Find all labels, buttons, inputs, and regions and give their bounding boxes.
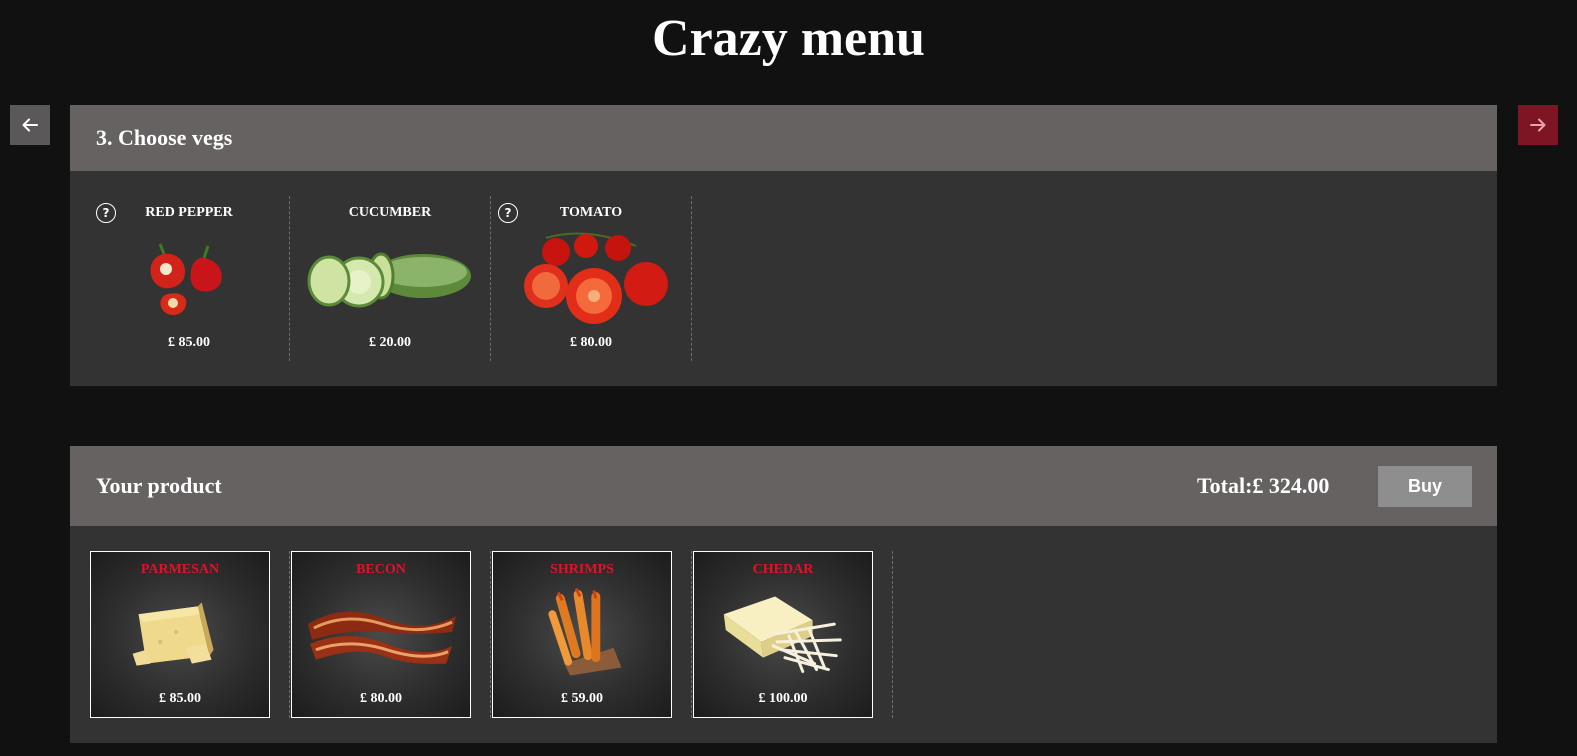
your-product-panel: Your product Total:£ 324.00 Buy PARMESAN — [70, 446, 1497, 743]
veg-item-tomato[interactable]: ? TOMATO £ 80.00 — [491, 196, 692, 361]
total-price: Total:£ 324.00 — [1197, 473, 1330, 498]
product-title: Your product — [96, 473, 222, 498]
veg-price: £ 20.00 — [369, 335, 411, 350]
product-card-parmesan[interactable]: PARMESAN £ 85.00 — [90, 551, 270, 718]
parmesan-image — [103, 584, 257, 682]
product-name: BECON — [356, 562, 406, 577]
product-price: £ 85.00 — [159, 691, 201, 706]
choose-vegs-panel: 3. Choose vegs ? RED PEPPER £ 85.00 CUCU… — [70, 105, 1497, 386]
tomato-image — [506, 226, 676, 326]
veg-item-red-pepper[interactable]: ? RED PEPPER £ 85.00 — [89, 196, 290, 361]
shrimp-image — [505, 584, 659, 682]
veg-name: CUCUMBER — [348, 205, 432, 220]
product-price: £ 100.00 — [758, 691, 808, 706]
product-name: CHEDAR — [752, 562, 814, 577]
selected-items-list: PARMESAN £ 85.00 BECON £ 80.00 SHRIMPS £… — [89, 551, 893, 718]
bacon-image — [304, 584, 458, 682]
product-slot: PARMESAN £ 85.00 — [89, 551, 290, 718]
product-slot: SHRIMPS £ 59.00 — [491, 551, 692, 718]
arrow-left-icon — [22, 118, 38, 132]
veg-item-cucumber[interactable]: CUCUMBER £ 20.00 — [290, 196, 491, 361]
product-card-becon[interactable]: BECON £ 80.00 — [291, 551, 471, 718]
product-name: SHRIMPS — [550, 562, 614, 577]
product-card-shrimps[interactable]: SHRIMPS £ 59.00 — [492, 551, 672, 718]
your-product-header: Your product Total:£ 324.00 Buy — [70, 446, 1497, 526]
product-card-chedar[interactable]: CHEDAR £ 100.00 — [693, 551, 873, 718]
product-price: £ 59.00 — [561, 691, 603, 706]
veg-price: £ 85.00 — [168, 335, 210, 350]
choose-vegs-header: 3. Choose vegs — [70, 105, 1497, 171]
cheddar-image — [706, 584, 860, 682]
product-name: PARMESAN — [140, 562, 220, 577]
veg-name: RED PEPPER — [145, 205, 233, 220]
cucumber-image — [305, 226, 475, 326]
page-title: Crazy menu — [652, 10, 925, 67]
buy-button[interactable]: Buy — [1378, 466, 1472, 507]
product-price: £ 80.00 — [360, 691, 402, 706]
arrow-right-icon — [1530, 118, 1546, 132]
next-step-button[interactable] — [1518, 105, 1558, 145]
veg-price: £ 80.00 — [570, 335, 612, 350]
step-title: 3. Choose vegs — [96, 125, 233, 150]
red-pepper-image — [104, 226, 274, 326]
veg-name: TOMATO — [559, 205, 623, 220]
prev-step-button[interactable] — [10, 105, 50, 145]
product-slot: BECON £ 80.00 — [290, 551, 491, 718]
product-slot: CHEDAR £ 100.00 — [692, 551, 893, 718]
veg-list: ? RED PEPPER £ 85.00 CUCUMBER £ 20.00 ? … — [89, 196, 692, 361]
